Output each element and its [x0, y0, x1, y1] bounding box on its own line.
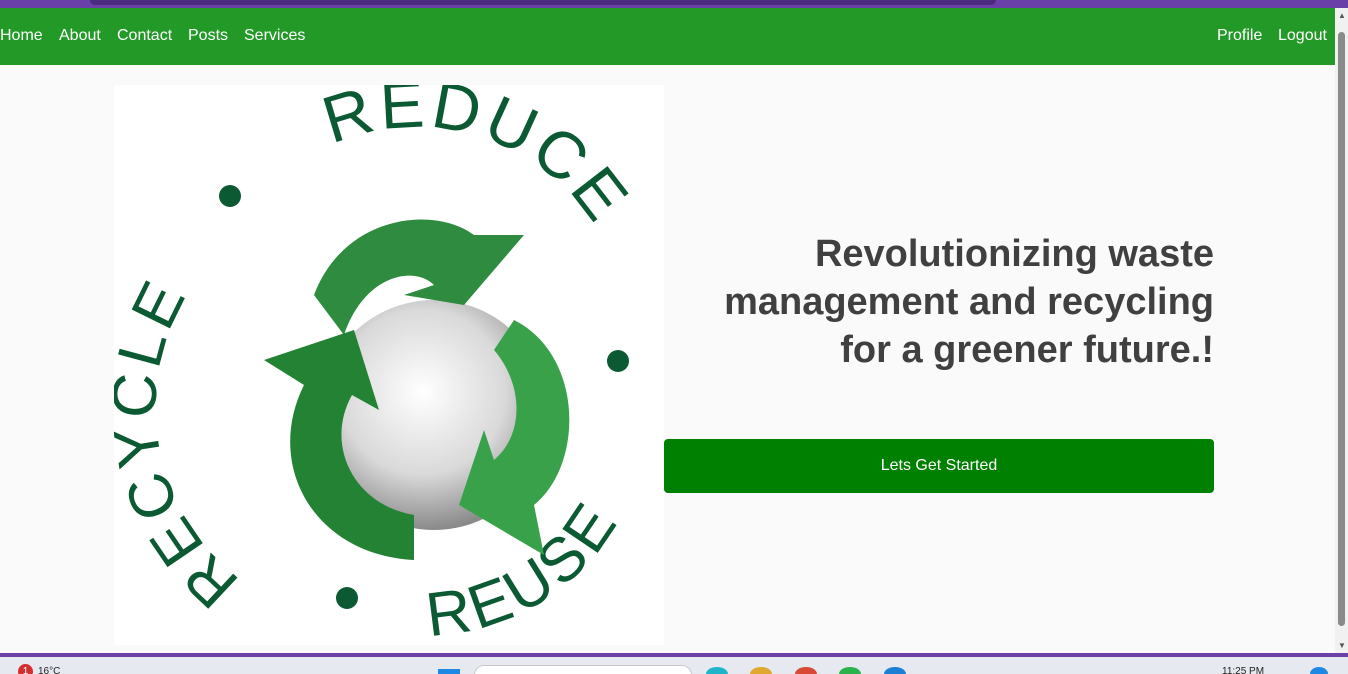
hero-title: Revolutionizing waste management and rec…: [724, 233, 1214, 371]
taskbar: 1 16°C 11:25 PM: [0, 657, 1348, 674]
windows-start-icon[interactable]: [438, 669, 460, 674]
reduce-label: REDUCE: [314, 85, 641, 236]
nav-link-logout[interactable]: Logout: [1278, 27, 1327, 45]
recycle-label: RECYCLE: [114, 268, 247, 621]
recycle-logo-image: REDUCE RECYCLE REUSE: [114, 85, 664, 645]
browser-top-bar: [0, 0, 1348, 8]
dot-decoration: [607, 350, 629, 372]
dot-decoration: [336, 587, 358, 609]
app-icon-1[interactable]: [706, 667, 728, 674]
weather-temperature[interactable]: 16°C: [38, 666, 60, 674]
browser-address-area[interactable]: [90, 0, 996, 5]
notification-center-icon[interactable]: [1310, 667, 1328, 674]
nav-link-about[interactable]: About: [59, 27, 101, 45]
nav-link-home[interactable]: Home: [0, 27, 43, 45]
taskbar-clock[interactable]: 11:25 PM: [1222, 666, 1264, 674]
whatsapp-icon[interactable]: [839, 667, 861, 674]
navbar: Home About Contact Posts Services Profil…: [0, 8, 1335, 65]
dot-decoration: [219, 185, 241, 207]
nav-link-profile[interactable]: Profile: [1217, 27, 1262, 45]
page-scrollbar[interactable]: ▲ ▼: [1335, 8, 1348, 653]
notification-badge[interactable]: 1: [18, 664, 33, 674]
vscode-icon[interactable]: [884, 667, 906, 674]
scroll-up-arrow-icon[interactable]: ▲: [1338, 11, 1346, 20]
nav-link-posts[interactable]: Posts: [188, 27, 228, 45]
chrome-icon[interactable]: [795, 667, 817, 674]
folder-icon[interactable]: [750, 667, 772, 674]
taskbar-search-input[interactable]: [474, 665, 692, 674]
recycle-icon: REDUCE RECYCLE REUSE: [114, 85, 645, 645]
scroll-down-arrow-icon[interactable]: ▼: [1338, 641, 1346, 650]
get-started-button[interactable]: Lets Get Started: [664, 439, 1214, 493]
nav-link-services[interactable]: Services: [244, 27, 305, 45]
svg-text:REDUCE: REDUCE: [314, 85, 645, 236]
nav-link-contact[interactable]: Contact: [117, 27, 172, 45]
svg-text:RECYCLE: RECYCLE: [114, 268, 251, 621]
scroll-thumb[interactable]: [1338, 32, 1345, 626]
